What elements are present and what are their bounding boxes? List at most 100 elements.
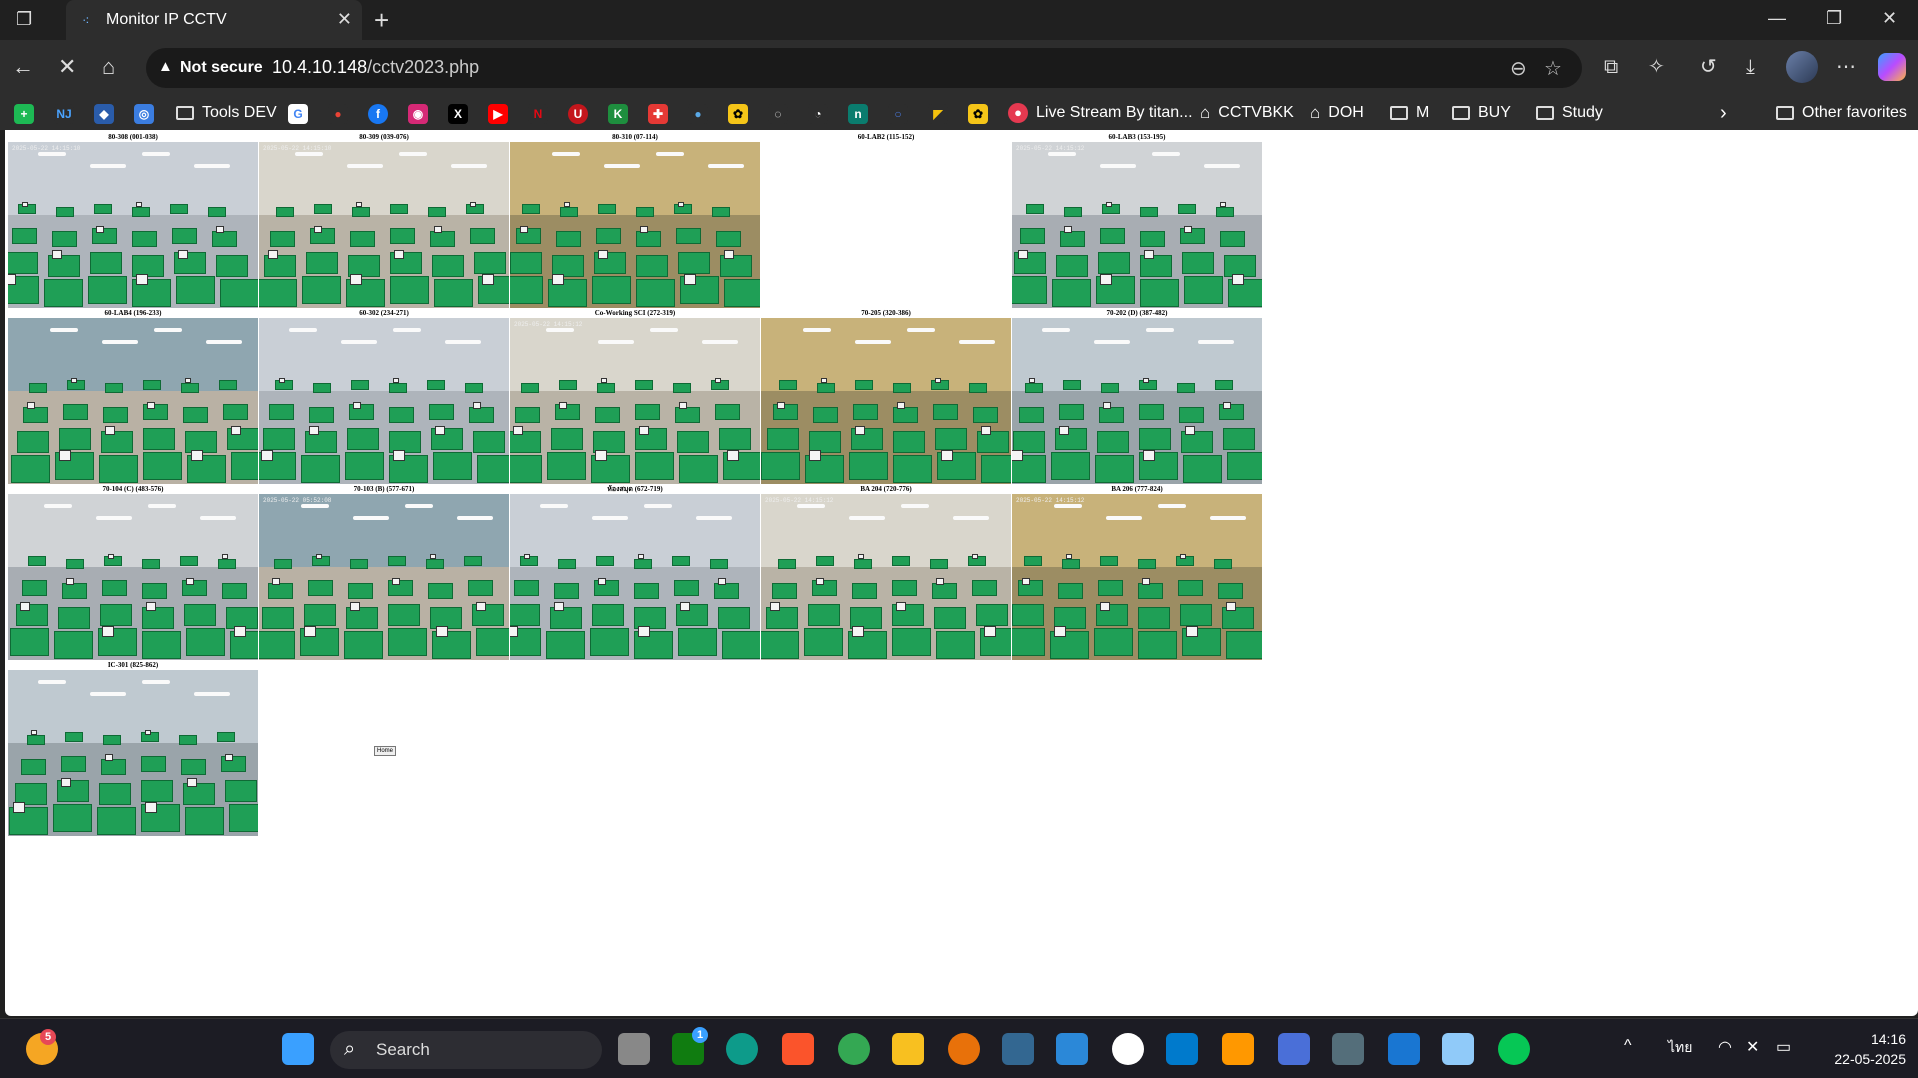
camera-tile[interactable]: 80-308 (001-038) 2025-05-22 14:15:10	[8, 132, 258, 308]
camera-feed-image[interactable]	[259, 318, 509, 484]
camera-feed-image[interactable]: 2025-05-22 14:15:12	[1012, 494, 1262, 660]
start-windows-icon[interactable]	[282, 1033, 314, 1065]
camera-tile[interactable]: 70-103 (B) (577-671) 2025-05-22 05:52:08	[259, 484, 509, 660]
camera-feed-image[interactable]: 2025-05-22 05:52:08	[259, 494, 509, 660]
camera-tile[interactable]: 60-LAB4 (196-233)	[8, 308, 258, 484]
camera-tile[interactable]: 60-302 (234-271)	[259, 308, 509, 484]
tab-monitor-ip-cctv[interactable]: ⁖ Monitor IP CCTV ✕	[66, 0, 362, 40]
bookmark-plus-icon[interactable]: +	[14, 104, 34, 124]
file-explorer-icon[interactable]	[892, 1033, 924, 1065]
taskbar-search[interactable]: ⌕ Search	[330, 1031, 602, 1069]
more-menu-icon[interactable]: ⋯	[1836, 54, 1856, 80]
close-window-icon[interactable]: ✕	[1882, 8, 1897, 29]
camera-tile[interactable]: BA 206 (777-824) 2025-05-22 14:15:12	[1012, 484, 1262, 660]
home-icon[interactable]: ⌂	[102, 54, 115, 80]
bookmark-n-icon[interactable]: n	[848, 104, 868, 124]
bookmark-swirl-icon[interactable]: ◌	[768, 104, 788, 124]
security-status[interactable]: Not secure	[180, 59, 263, 77]
camera-feed-image[interactable]: 2025-05-22 14:15:12	[1012, 142, 1262, 308]
bookmark-gauge-icon[interactable]: ◔	[808, 104, 828, 124]
vnc-icon[interactable]	[1388, 1033, 1420, 1065]
bookmark-bees-icon[interactable]: ✿	[728, 104, 748, 124]
extensions-icon[interactable]: ✧	[1648, 54, 1665, 80]
bookmark-ring-icon[interactable]: ○	[888, 104, 908, 124]
bookmark-cctvbkk[interactable]: ⌂ CCTVBKK	[1200, 101, 1294, 125]
history-icon[interactable]: ↺	[1700, 54, 1717, 80]
split-screen-icon[interactable]: ⧉	[1604, 54, 1618, 80]
camera-tile[interactable]: 70-205 (320-386)	[761, 308, 1011, 484]
bookmark-other-favorites[interactable]: Other favorites	[1776, 101, 1907, 125]
camera-tile[interactable]: 60-LAB2 (115-152)	[761, 132, 1011, 308]
volume-muted-icon[interactable]: ✕	[1746, 1037, 1759, 1057]
camera-feed-image[interactable]	[8, 318, 258, 484]
bookmark-drop2-icon[interactable]: ●	[688, 104, 708, 124]
bookmark-folder-buy[interactable]: BUY	[1452, 101, 1511, 125]
bookmark-nj-icon[interactable]: NJ	[54, 104, 74, 124]
bookmark-folder-tools-dev[interactable]: Tools DEV	[176, 101, 277, 125]
instagram-icon[interactable]: ◉	[408, 104, 428, 124]
camera-feed-image[interactable]	[1012, 318, 1262, 484]
maps-pin-icon[interactable]: ●	[328, 104, 348, 124]
edge-icon[interactable]	[726, 1033, 758, 1065]
bookmark-folder-study[interactable]: Study	[1536, 101, 1603, 125]
camera-tile[interactable]: Co-Working SCI (272-319) 2025-05-22 14:15…	[510, 308, 760, 484]
bookmark-u-icon[interactable]: U	[568, 104, 588, 124]
favorite-star-icon[interactable]: ☆	[1544, 56, 1562, 81]
chrome-icon[interactable]	[838, 1033, 870, 1065]
sublime-icon[interactable]	[1222, 1033, 1254, 1065]
camera-feed-image[interactable]	[510, 494, 760, 660]
address-bar[interactable]: ▲ Not secure 10.4.10.148/cctv2023.php ⊖ …	[146, 48, 1582, 88]
camera-tile[interactable]: ห้องสมุด (672-719)	[510, 484, 760, 660]
new-tab-icon[interactable]: +	[374, 5, 389, 36]
netflix-icon[interactable]: N	[528, 104, 548, 124]
facebook-icon[interactable]: f	[368, 104, 388, 124]
battery-icon[interactable]: ▭	[1776, 1037, 1791, 1057]
url-text[interactable]: 10.4.10.148/cctv2023.php	[272, 57, 479, 78]
minimize-icon[interactable]: —	[1768, 8, 1786, 29]
network-app-icon[interactable]	[1442, 1033, 1474, 1065]
home-button[interactable]: Home	[374, 746, 396, 756]
camera-tile[interactable]: 60-LAB3 (153-195) 2025-05-22 14:15:12	[1012, 132, 1262, 308]
camera-feed-image[interactable]: 2025-05-22 14:15:10	[259, 142, 509, 308]
bookmark-folder-m[interactable]: M	[1390, 101, 1429, 125]
google-icon[interactable]: G	[288, 104, 308, 124]
downloads-icon[interactable]: ⤓	[1746, 54, 1755, 80]
notepad-icon[interactable]	[1056, 1033, 1088, 1065]
profile-avatar[interactable]	[1786, 51, 1818, 83]
camera-feed-image[interactable]	[761, 318, 1011, 484]
camera-feed-image[interactable]: 2025-05-22 14:15:10	[8, 142, 258, 308]
bookmark-k-icon[interactable]: K	[608, 104, 628, 124]
tab-actions-icon[interactable]: ❐	[16, 9, 44, 33]
app-o-icon[interactable]	[1112, 1033, 1144, 1065]
camera-tile[interactable]: IC-301 (825-862)	[8, 660, 258, 836]
brave-icon[interactable]	[782, 1033, 814, 1065]
camera-tile[interactable]: 80-309 (039-076) 2025-05-22 14:15:10	[259, 132, 509, 308]
system-clock[interactable]: 14:16 22-05-2025	[1810, 1029, 1906, 1069]
camera-tile[interactable]: 70-202 (D) (387-482)	[1012, 308, 1262, 484]
camera-tile[interactable]: 70-104 (C) (483-576)	[8, 484, 258, 660]
vscode-icon[interactable]	[1166, 1033, 1198, 1065]
bookmark-flag-icon[interactable]: ◤	[928, 104, 948, 124]
x-twitter-icon[interactable]: X	[448, 104, 468, 124]
bookmark-doh[interactable]: ⌂ DOH	[1310, 101, 1364, 125]
bookmark-live-stream[interactable]: ● Live Stream By titan...	[1008, 101, 1193, 125]
copilot-icon[interactable]	[1878, 53, 1906, 81]
bookmark-drop-icon[interactable]: ◆	[94, 104, 114, 124]
postgres-icon[interactable]	[1002, 1033, 1034, 1065]
camera-feed-image[interactable]	[8, 494, 258, 660]
remote-desktop-icon[interactable]	[1278, 1033, 1310, 1065]
camera-feed-image[interactable]: 2025-05-22 14:15:12	[510, 318, 760, 484]
restore-icon[interactable]: ❐	[1826, 8, 1842, 29]
close-tab-icon[interactable]: ✕	[337, 9, 352, 30]
bookmark-bees2-icon[interactable]: ✿	[968, 104, 988, 124]
input-language[interactable]: ไทย	[1668, 1037, 1692, 1059]
bookmark-globe-icon[interactable]: ◎	[134, 104, 154, 124]
stop-loading-icon[interactable]: ✕	[58, 54, 76, 80]
back-icon[interactable]: ←	[12, 54, 34, 80]
camera-feed-image[interactable]	[510, 142, 760, 308]
wifi-icon[interactable]: ◠	[1718, 1037, 1732, 1057]
tray-chevron-icon[interactable]: ^	[1624, 1037, 1632, 1055]
mremote-icon[interactable]	[1332, 1033, 1364, 1065]
paint-icon[interactable]	[948, 1033, 980, 1065]
bookmark-cross-icon[interactable]: ✚	[648, 104, 668, 124]
